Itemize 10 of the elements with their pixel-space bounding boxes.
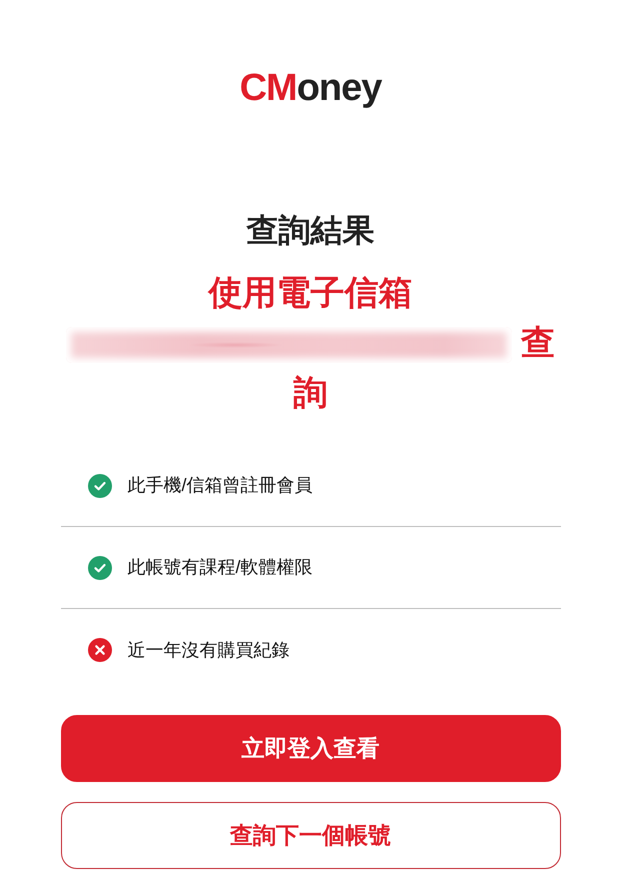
login-button[interactable]: 立即登入查看	[60, 715, 560, 782]
result-text: 近一年沒有購買紀錄	[128, 638, 290, 662]
result-text: 此帳號有課程/軟體權限	[128, 556, 313, 579]
query-text: 使用電子信箱	[208, 274, 412, 312]
brand-logo: CMoney	[240, 66, 382, 110]
query-text: 查	[521, 324, 556, 362]
page-title: 查詢結果	[245, 211, 376, 250]
query-text: 詢	[294, 374, 328, 412]
query-next-button[interactable]: 查詢下一個帳號	[60, 802, 560, 869]
result-text: 此手機/信箱曾註冊會員	[128, 474, 313, 497]
